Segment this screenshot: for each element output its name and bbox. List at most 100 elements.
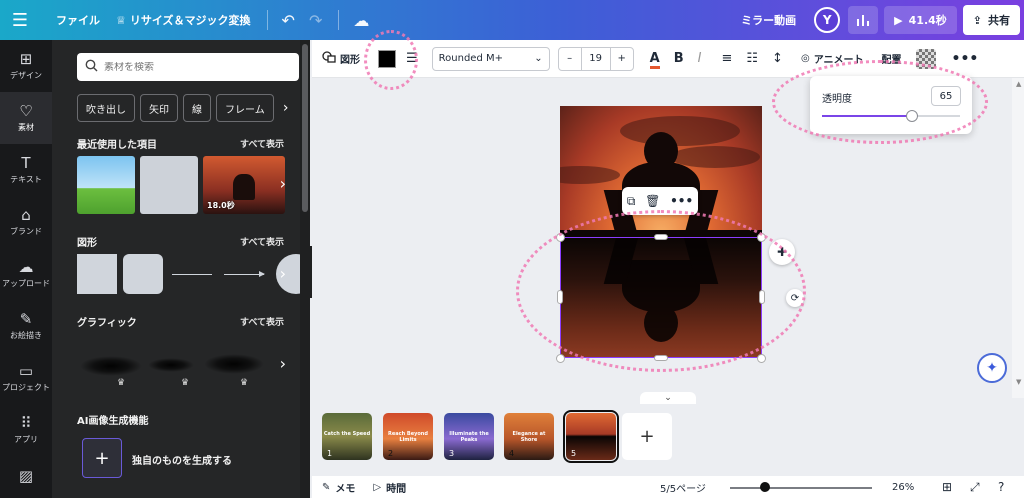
graphics-see-all[interactable]: すべて表示 bbox=[240, 315, 284, 328]
resize-handle[interactable] bbox=[654, 234, 668, 240]
canvas-scrollbar[interactable]: ▲ ▼ bbox=[1012, 78, 1024, 398]
resize-handle[interactable] bbox=[759, 290, 765, 304]
resize-handle[interactable] bbox=[556, 354, 565, 363]
timer-button[interactable]: ▷ 時間 bbox=[373, 480, 406, 495]
collapse-pages-button[interactable]: ⌄ bbox=[640, 392, 696, 404]
graphic-shadow-3[interactable] bbox=[204, 354, 264, 374]
resize-handle[interactable] bbox=[757, 233, 766, 242]
chevron-right-icon[interactable]: › bbox=[279, 94, 293, 122]
resize-handle[interactable] bbox=[757, 354, 766, 363]
rail-item-apps[interactable]: ⠿ アプリ bbox=[0, 404, 52, 456]
page-thumbnail[interactable]: Reach Beyond Limits 2 bbox=[383, 413, 433, 460]
help-icon[interactable]: ? bbox=[998, 480, 1004, 494]
generate-label[interactable]: 独自のものを生成する bbox=[132, 452, 232, 467]
generate-button[interactable]: + bbox=[82, 438, 122, 478]
selection-box[interactable] bbox=[560, 237, 762, 358]
slider-knob[interactable] bbox=[905, 110, 918, 122]
cloud-save-icon[interactable]: ☁ bbox=[353, 11, 369, 30]
transparency-icon[interactable] bbox=[915, 48, 936, 69]
present-button[interactable]: ▶ 41.4秒 bbox=[884, 6, 957, 34]
search-box[interactable] bbox=[77, 53, 299, 81]
bold-icon[interactable]: B bbox=[674, 51, 684, 66]
share-button[interactable]: ⇪ 共有 bbox=[962, 5, 1020, 35]
scroll-down-icon[interactable]: ▼ bbox=[1016, 378, 1021, 386]
rail-item-photos[interactable]: ▨ bbox=[0, 456, 52, 496]
italic-icon[interactable]: I bbox=[698, 51, 702, 66]
duplicate-icon[interactable]: ⧉ bbox=[627, 194, 636, 209]
graphic-shadow-1[interactable] bbox=[80, 356, 142, 376]
list-icon[interactable]: ☷ bbox=[746, 51, 758, 66]
insights-icon[interactable] bbox=[848, 6, 879, 34]
shape-arrow[interactable] bbox=[224, 270, 265, 277]
panel-scrollbar[interactable] bbox=[300, 40, 310, 498]
comment-icon[interactable]: ✚ bbox=[769, 239, 795, 265]
menu-icon[interactable]: ☰ bbox=[0, 0, 40, 40]
avatar[interactable]: Y bbox=[814, 7, 841, 33]
page-thumbnail[interactable]: Illuminate the Peaks 3 bbox=[444, 413, 494, 460]
rail-item-draw[interactable]: ✎ お絵描き bbox=[0, 300, 52, 352]
rail-item-design[interactable]: ⊞ デザイン bbox=[0, 40, 52, 92]
recent-see-all[interactable]: すべて表示 bbox=[240, 137, 284, 150]
animate-button[interactable]: ◎ アニメート bbox=[801, 51, 864, 66]
graphic-shadow-2[interactable] bbox=[148, 358, 194, 372]
zoom-slider-knob[interactable] bbox=[760, 482, 770, 492]
file-menu[interactable]: ファイル bbox=[56, 12, 100, 28]
zoom-slider[interactable] bbox=[730, 487, 872, 489]
resize-handle[interactable] bbox=[654, 355, 668, 361]
align-icon[interactable]: ≡ bbox=[721, 51, 732, 66]
chip-speech-bubble[interactable]: 吹き出し bbox=[77, 94, 135, 122]
magic-assistant-icon[interactable]: ✦ bbox=[977, 353, 1007, 383]
zoom-value[interactable]: 26% bbox=[892, 482, 914, 493]
scroll-up-icon[interactable]: ▲ bbox=[1016, 80, 1021, 88]
chevron-right-icon[interactable]: › bbox=[280, 264, 286, 283]
design-title[interactable]: ミラー動画 bbox=[741, 12, 796, 28]
more-icon[interactable]: ••• bbox=[670, 194, 693, 208]
color-swatch[interactable] bbox=[378, 49, 396, 68]
resize-button[interactable]: ♕ リサイズ＆マジック変換 bbox=[116, 12, 251, 28]
rotate-icon[interactable]: ⟳ bbox=[786, 289, 804, 307]
border-style-icon[interactable]: ☰ bbox=[406, 51, 418, 66]
shape-line[interactable] bbox=[172, 273, 212, 275]
shapes-see-all[interactable]: すべて表示 bbox=[240, 235, 284, 248]
grid-view-icon[interactable]: ⊞ bbox=[942, 480, 952, 494]
more-icon[interactable]: ••• bbox=[952, 51, 979, 67]
recent-item-video[interactable]: 18.0秒 bbox=[203, 156, 285, 214]
rail-item-uploads[interactable]: ☁ アップロード bbox=[0, 248, 52, 300]
rail-item-elements[interactable]: ♡ 素材 bbox=[0, 92, 52, 144]
shape-square[interactable] bbox=[77, 254, 117, 294]
text-color-icon[interactable]: A bbox=[649, 51, 660, 69]
search-input[interactable] bbox=[104, 61, 284, 73]
rail-item-brand[interactable]: ⌂ ブランド bbox=[0, 196, 52, 248]
add-page-button[interactable]: + bbox=[622, 413, 672, 460]
fullscreen-icon[interactable]: ⤢ bbox=[970, 480, 980, 495]
font-size-value[interactable]: 19 bbox=[580, 47, 611, 70]
increase-button[interactable]: + bbox=[611, 53, 633, 64]
page-thumbnail-current[interactable]: 5 bbox=[563, 410, 619, 463]
page-indicator[interactable]: 5/5ページ bbox=[660, 480, 706, 495]
recent-item-square[interactable] bbox=[140, 156, 198, 214]
notes-button[interactable]: ✎ メモ bbox=[322, 480, 355, 495]
rail-item-text[interactable]: T テキスト bbox=[0, 144, 52, 196]
transparency-slider[interactable] bbox=[822, 110, 960, 122]
chevron-right-icon[interactable]: › bbox=[280, 354, 286, 373]
chip-line[interactable]: 線 bbox=[183, 94, 211, 122]
decrease-button[interactable]: – bbox=[559, 53, 581, 64]
spacing-icon[interactable]: ↕ bbox=[772, 51, 783, 66]
scrollbar-thumb[interactable] bbox=[302, 44, 308, 212]
shape-rounded-square[interactable] bbox=[123, 254, 163, 294]
transparency-value[interactable]: 65 bbox=[931, 86, 961, 106]
chevron-right-icon[interactable]: › bbox=[280, 174, 286, 193]
font-select[interactable]: Rounded M+ ⌄ bbox=[431, 46, 550, 71]
resize-handle[interactable] bbox=[556, 233, 565, 242]
trash-icon[interactable]: 🗑 bbox=[645, 194, 660, 208]
resize-handle[interactable] bbox=[557, 290, 563, 304]
undo-icon[interactable]: ↶ bbox=[282, 11, 295, 30]
arrange-button[interactable]: 配置 bbox=[882, 51, 902, 66]
shape-button[interactable]: 図形 bbox=[322, 51, 360, 66]
page-thumbnail[interactable]: Catch the Speed 1 bbox=[322, 413, 372, 460]
recent-item-landscape[interactable] bbox=[77, 156, 135, 214]
chip-arrow[interactable]: 矢印 bbox=[140, 94, 178, 122]
redo-icon[interactable]: ↷ bbox=[309, 11, 322, 30]
rail-item-projects[interactable]: ▭ プロジェクト bbox=[0, 352, 52, 404]
page-thumbnail[interactable]: Elegance at Shore 4 bbox=[504, 413, 554, 460]
